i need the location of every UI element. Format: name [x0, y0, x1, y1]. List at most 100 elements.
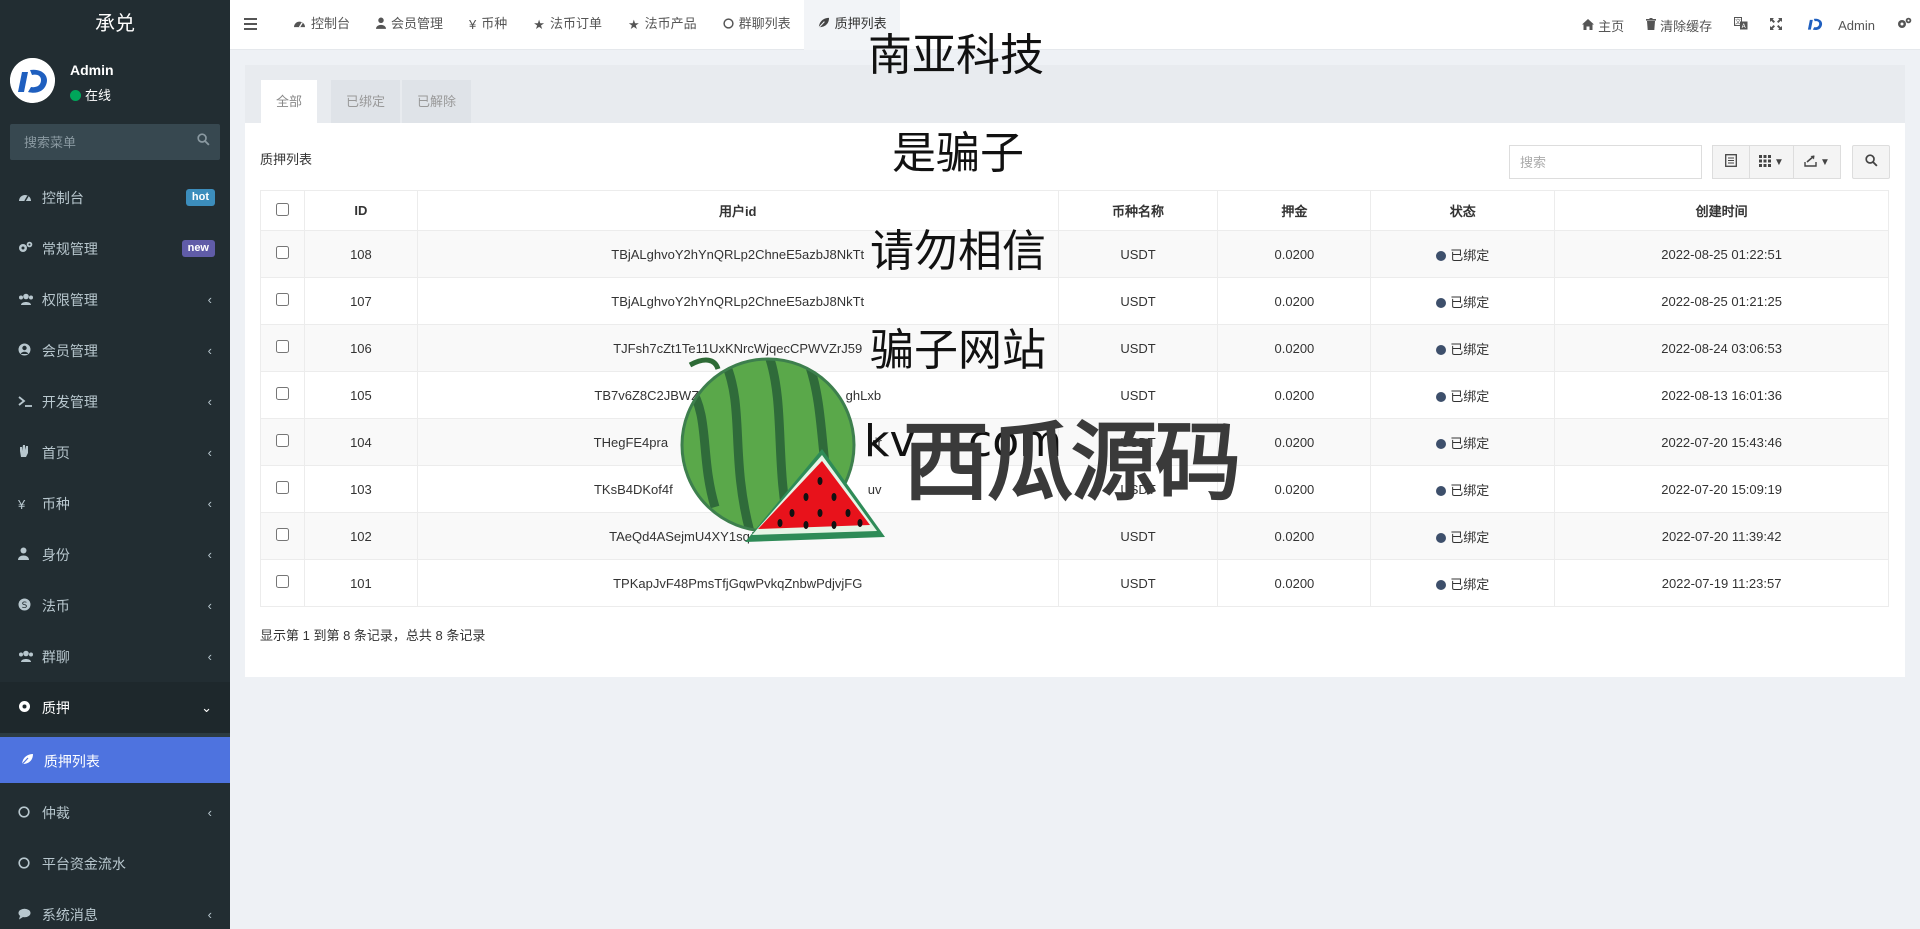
table-row[interactable]: 105 TB7v6Z8C2JBWZc ghLxb USDT 0.0200 已绑定 … [260, 371, 1889, 419]
user-status: 在线 [70, 85, 111, 104]
skype-icon: S [18, 581, 38, 632]
sidebar-item-general[interactable]: 常规管理 new [0, 223, 230, 274]
select-all-checkbox[interactable] [275, 202, 289, 216]
toolbar-button-group: ▼ ▼ [1712, 145, 1841, 179]
cell-id: 103 [303, 465, 418, 513]
search-icon[interactable] [197, 133, 210, 149]
search-button[interactable] [1852, 145, 1890, 179]
toggle-view-button[interactable] [1712, 145, 1750, 179]
online-dot-icon [70, 90, 81, 101]
list-alt-icon [1725, 154, 1737, 170]
column-header[interactable]: 用户id [416, 190, 1059, 231]
sidebar-item-messages[interactable]: 系统消息 ‹ [0, 889, 230, 929]
sidebar-item-groupchat[interactable]: 群聊 ‹ [0, 631, 230, 682]
table-row[interactable]: 107 TBjALghvoY2hYnQRLp2ChneE5azbJ8NkTt U… [260, 277, 1889, 325]
cell-created: 2022-07-20 11:39:42 [1554, 512, 1889, 560]
circle-icon [722, 1, 734, 49]
home-link[interactable]: 主页 [1571, 16, 1635, 35]
row-checkbox[interactable] [275, 246, 289, 259]
users-icon [18, 632, 38, 683]
table-row[interactable]: 101 TPKapJvF48PmsTfjGqwPvkqZnbwPdjvjFG U… [260, 559, 1889, 607]
cell-deposit: 0.0200 [1217, 277, 1372, 325]
cell-status: 已绑定 [1370, 324, 1556, 372]
tab-fiat-products[interactable]: ★ 法币产品 [615, 0, 710, 50]
chevron-left-icon: ‹ [207, 805, 212, 820]
table-row[interactable]: 108 TBjALghvoY2hYnQRLp2ChneE5azbJ8NkTt U… [260, 230, 1889, 278]
row-checkbox[interactable] [275, 528, 289, 541]
column-header[interactable]: 押金 [1217, 190, 1372, 231]
export-button[interactable]: ▼ [1794, 145, 1841, 179]
gear-icon [18, 683, 38, 734]
column-header[interactable]: 状态 [1370, 190, 1556, 231]
pledge-list-panel: 全部 已绑定 已解除 质押列表 ▼ ▼ [245, 65, 1905, 677]
language-toggle[interactable]: 文A [1723, 17, 1759, 33]
column-header[interactable]: ID [303, 190, 418, 231]
sidebar-item-dev[interactable]: 开发管理 ‹ [0, 376, 230, 427]
caret-down-icon: ▼ [1820, 156, 1830, 168]
top-navbar: 控制台 会员管理 ¥ 币种 ★ 法币订单 ★ 法币产品 群聊列表 质押列表 主页 清除… [230, 0, 1920, 50]
cell-status: 已绑定 [1370, 465, 1556, 513]
tab-groupchat-list[interactable]: 群聊列表 [710, 0, 804, 50]
hamburger-menu-icon[interactable] [244, 15, 258, 36]
tab-member[interactable]: 会员管理 [363, 0, 456, 50]
list-title: 质押列表 [260, 152, 313, 167]
yen-icon: ¥ [18, 496, 26, 512]
leaf-icon [817, 1, 830, 49]
sidebar-item-pledge[interactable]: 质押 ⌄ [0, 682, 230, 733]
cell-coin: USDT [1057, 371, 1219, 419]
tab-bound[interactable]: 已绑定 [331, 80, 401, 123]
app-brand[interactable]: 承兑 [0, 0, 230, 50]
user-icon [18, 530, 38, 581]
cell-deposit: 0.0200 [1217, 418, 1372, 466]
watermark-line: 是骗子 [892, 128, 1024, 179]
column-header[interactable]: 创建时间 [1554, 190, 1889, 231]
row-checkbox[interactable] [275, 575, 289, 588]
columns-button[interactable]: ▼ [1750, 145, 1794, 179]
row-checkbox[interactable] [275, 434, 289, 447]
tab-dashboard[interactable]: 控制台 [280, 0, 363, 50]
row-checkbox[interactable] [275, 481, 289, 494]
pagination-info: 显示第 1 到第 8 条记录，总共 8 条记录 [260, 628, 486, 643]
cell-deposit: 0.0200 [1217, 230, 1372, 278]
column-header[interactable]: 币种名称 [1057, 190, 1219, 231]
fullscreen-button[interactable] [1759, 17, 1793, 33]
chevron-down-icon: ⌄ [201, 700, 212, 715]
sidebar-item-fiat[interactable]: S 法币 ‹ [0, 580, 230, 631]
clear-cache-button[interactable]: 清除缓存 [1635, 16, 1723, 35]
sidebar-item-member[interactable]: 会员管理 ‹ [0, 325, 230, 376]
sidebar-item-fund-flow[interactable]: 平台资金流水 [0, 838, 230, 889]
row-checkbox[interactable] [275, 340, 289, 353]
settings-button[interactable] [1886, 17, 1920, 33]
user-icon [376, 1, 387, 49]
table-row[interactable]: 106 TJFsh7cZt1Te11UxKNrcWjqecCPWVZrJ59 U… [260, 324, 1889, 372]
sidebar-item-permission[interactable]: 权限管理 ‹ [0, 274, 230, 325]
watermark-line: 请勿相信 [870, 226, 1046, 277]
comment-icon [18, 890, 38, 929]
svg-text:S: S [22, 601, 28, 611]
sidebar-item-home[interactable]: 首页 ‹ [0, 427, 230, 478]
table-search-input[interactable] [1509, 145, 1702, 179]
cell-deposit: 0.0200 [1217, 559, 1372, 607]
row-checkbox[interactable] [275, 387, 289, 400]
status-dot-icon [1436, 344, 1447, 355]
status-dot-icon [1436, 438, 1447, 449]
menu-search-input[interactable] [10, 124, 220, 160]
row-checkbox[interactable] [275, 293, 289, 306]
sidebar-item-currency[interactable]: ¥ 币种 ‹ [0, 478, 230, 529]
status-dot-icon [1436, 485, 1447, 496]
tab-fiat-orders[interactable]: ★ 法币订单 [520, 0, 615, 50]
export-icon [1804, 154, 1817, 170]
sidebar-item-arbitration[interactable]: 仲裁 ‹ [0, 787, 230, 838]
table-row[interactable]: 102 TAeQd4ASejmU4XY1sqJ USDT 0.0200 已绑定 … [260, 512, 1889, 560]
cell-id: 108 [303, 230, 418, 278]
admin-user-menu[interactable]: Admin [1793, 12, 1886, 38]
tab-released[interactable]: 已解除 [402, 80, 472, 123]
sidebar-item-pledge-list[interactable]: 质押列表 [0, 737, 230, 783]
sidebar-item-dashboard[interactable]: 控制台 hot [0, 172, 230, 223]
sidebar-item-identity[interactable]: 身份 ‹ [0, 529, 230, 580]
tab-currency[interactable]: ¥ 币种 [456, 0, 520, 50]
avatar [10, 58, 55, 103]
tab-all[interactable]: 全部 [261, 80, 318, 123]
cell-id: 101 [303, 559, 418, 607]
cell-created: 2022-08-25 01:21:25 [1554, 277, 1889, 325]
